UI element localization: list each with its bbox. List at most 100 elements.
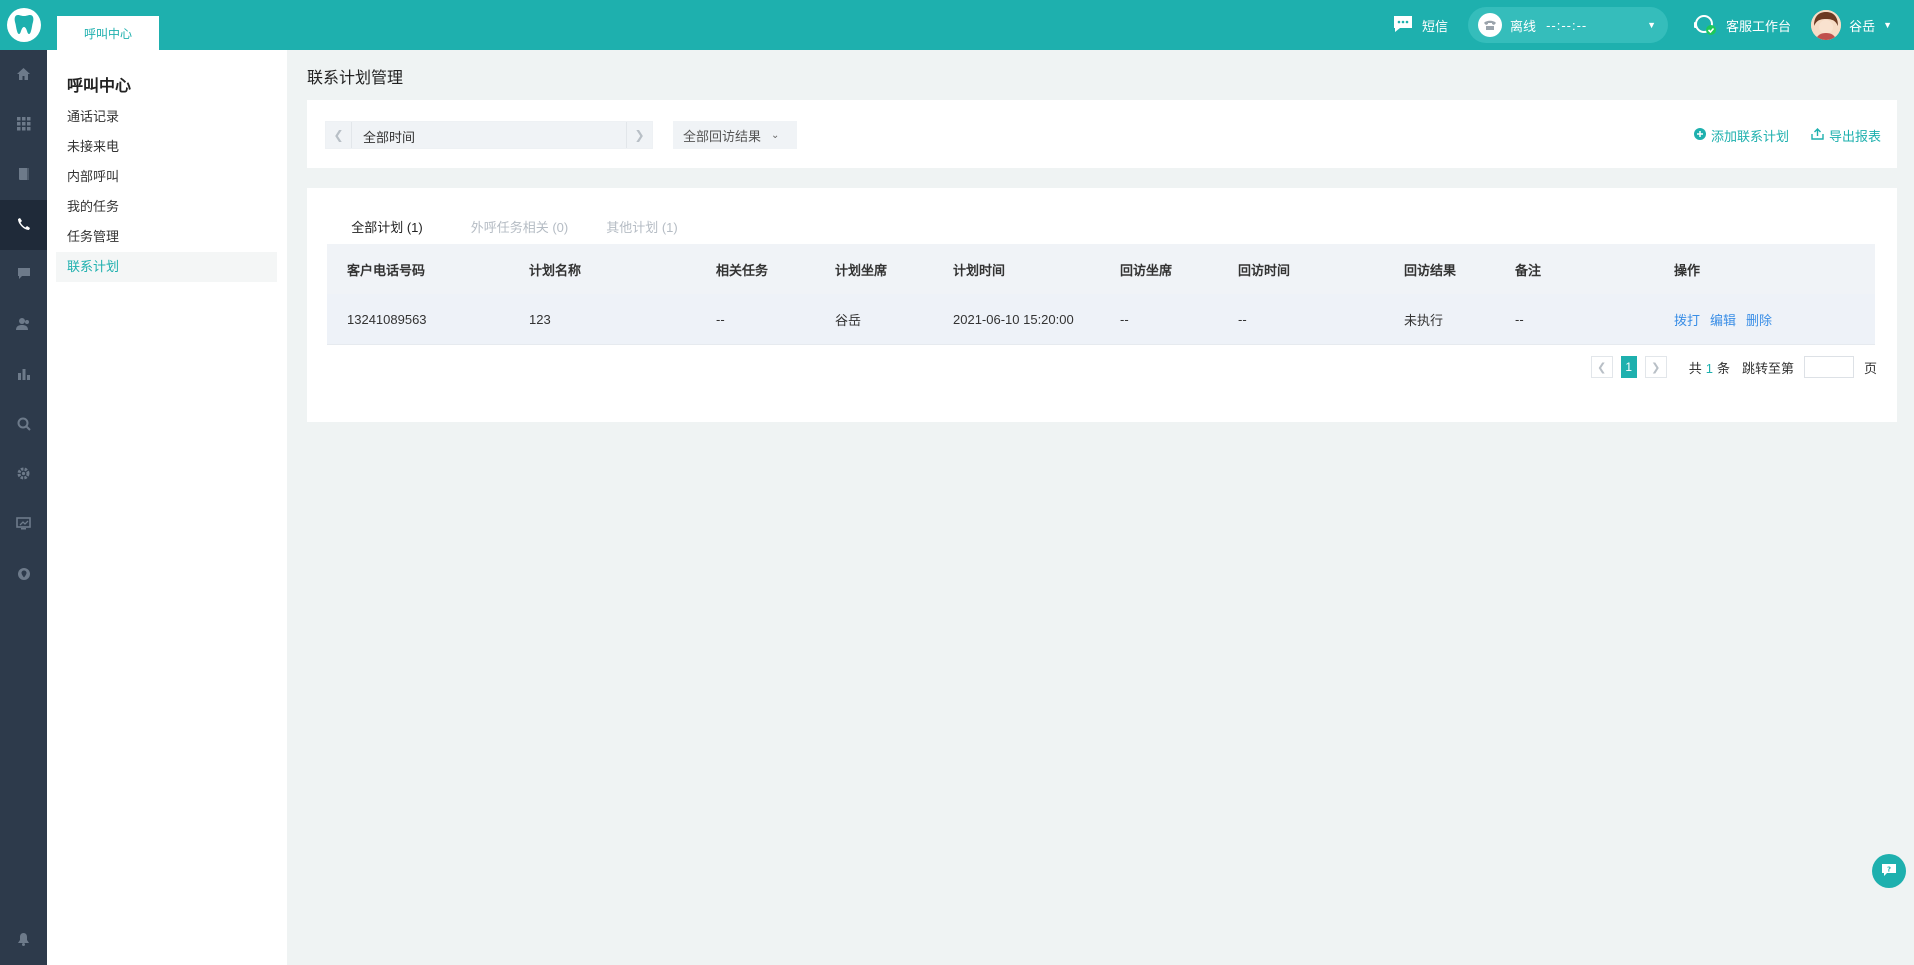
chevron-left-icon[interactable]: ❮ bbox=[326, 122, 352, 148]
sms-label: 短信 bbox=[1422, 18, 1449, 34]
top-right-tools: 短信 离线 --:--:-- ▼ 客服工作台 谷岳 ▼ bbox=[1392, 0, 1914, 50]
jump-label: 跳转至第 bbox=[1741, 360, 1794, 376]
filter-actions: 添加联系计划 导出报表 bbox=[1693, 126, 1881, 145]
phone-icon bbox=[1478, 13, 1503, 37]
tab-all-plans[interactable]: 全部计划 (1) bbox=[327, 216, 447, 246]
page-number-current[interactable]: 1 bbox=[1620, 356, 1637, 378]
help-question-icon: ? bbox=[1881, 863, 1897, 880]
headset-icon bbox=[1692, 12, 1718, 39]
tab-other-plans[interactable]: 其他计划 (1) bbox=[592, 216, 692, 246]
dial-button[interactable]: 拨打 bbox=[1674, 310, 1700, 329]
delete-button[interactable]: 删除 bbox=[1746, 310, 1772, 329]
date-range-value: 全部时间 bbox=[363, 130, 416, 145]
table-row: 13241089563 123 -- 谷岳 2021-06-10 15:20:0… bbox=[327, 294, 1875, 345]
date-range-picker[interactable]: ❮ 全部时间 ❯ bbox=[325, 121, 653, 149]
line-status-dropdown[interactable]: 离线 --:--:-- ▼ bbox=[1468, 7, 1669, 43]
svg-text:?: ? bbox=[1887, 865, 1891, 873]
phone-icon bbox=[17, 217, 31, 234]
submenu-item-internal-call[interactable]: 内部呼叫 bbox=[56, 162, 277, 192]
submenu-item-call-records[interactable]: 通话记录 bbox=[56, 102, 277, 132]
users-icon bbox=[16, 317, 31, 334]
col-visit-agent: 回访坐席 bbox=[1120, 262, 1173, 278]
caret-down-icon: ▼ bbox=[1883, 20, 1892, 30]
rail-settings[interactable] bbox=[0, 450, 47, 500]
bell-icon bbox=[17, 932, 30, 949]
total-suffix: 条 bbox=[1716, 360, 1730, 376]
book-icon bbox=[18, 167, 30, 184]
filter-bar: ❮ 全部时间 ❯ 全部回访结果 ⌄ 添加联系计划 导出报表 bbox=[307, 100, 1897, 168]
visit-result-select[interactable]: 全部回访结果 ⌄ bbox=[673, 121, 797, 149]
total-count: 共1条 bbox=[1689, 358, 1730, 377]
page-title: 联系计划管理 bbox=[307, 70, 404, 87]
pin-circle-icon bbox=[17, 567, 31, 584]
message-icon bbox=[17, 267, 31, 283]
left-rail bbox=[0, 50, 47, 965]
rail-apps[interactable] bbox=[0, 100, 47, 150]
col-plan-agent: 计划坐席 bbox=[835, 262, 888, 278]
rail-messages[interactable] bbox=[0, 250, 47, 300]
submenu-item-my-tasks[interactable]: 我的任务 bbox=[56, 192, 277, 222]
rail-statistics[interactable] bbox=[0, 350, 47, 400]
caret-down-icon: ▼ bbox=[1647, 20, 1657, 30]
sms-button[interactable]: 短信 bbox=[1392, 15, 1448, 36]
tab-outbound-task-plans[interactable]: 外呼任务相关 (0) bbox=[447, 216, 592, 246]
app-logo[interactable] bbox=[0, 0, 47, 50]
rail-home[interactable] bbox=[0, 50, 47, 100]
edit-button[interactable]: 编辑 bbox=[1710, 310, 1736, 329]
submenu-item-missed-calls[interactable]: 未接来电 bbox=[56, 132, 277, 162]
export-report-label: 导出报表 bbox=[1828, 129, 1881, 144]
jump-page-input[interactable] bbox=[1803, 356, 1854, 378]
prev-page-button[interactable]: ❮ bbox=[1590, 356, 1613, 378]
line-timer: --:--:-- bbox=[1546, 17, 1588, 33]
rail-records[interactable] bbox=[0, 150, 47, 200]
visit-result-value: 全部回访结果 bbox=[683, 128, 762, 144]
plus-circle-icon bbox=[1693, 128, 1706, 143]
user-name: 谷岳 bbox=[1849, 18, 1876, 34]
col-remark: 备注 bbox=[1515, 262, 1542, 278]
total-prefix: 共 bbox=[1688, 360, 1702, 376]
add-contact-plan-label: 添加联系计划 bbox=[1710, 129, 1789, 144]
rail-monitor[interactable] bbox=[0, 500, 47, 550]
col-visit-result: 回访结果 bbox=[1404, 262, 1457, 278]
cell-visit-result: 未执行 bbox=[1404, 312, 1444, 328]
page-unit-label: 页 bbox=[1863, 360, 1877, 376]
export-icon bbox=[1811, 128, 1824, 143]
cell-plan-name: 123 bbox=[529, 311, 551, 327]
submenu-item-contact-plan[interactable]: 联系计划 bbox=[56, 252, 277, 282]
avatar bbox=[1811, 10, 1842, 40]
total-number: 1 bbox=[1705, 360, 1713, 376]
col-actions: 操作 bbox=[1674, 262, 1701, 278]
top-bar: 呼叫中心 短信 离线 --:--:-- ▼ 客服工作台 谷岳 ▼ bbox=[0, 0, 1914, 50]
cell-actions: 拨打 编辑 删除 bbox=[1674, 294, 1782, 344]
plan-tabs: 全部计划 (1) 外呼任务相关 (0) 其他计划 (1) bbox=[327, 216, 692, 246]
export-report-button[interactable]: 导出报表 bbox=[1811, 126, 1881, 145]
help-button[interactable]: ? bbox=[1872, 854, 1906, 888]
chevron-down-icon: ⌄ bbox=[771, 129, 780, 141]
workbench-label: 客服工作台 bbox=[1726, 18, 1792, 34]
cell-plan-agent: 谷岳 bbox=[835, 312, 862, 328]
app-root: 呼叫中心 短信 离线 --:--:-- ▼ 客服工作台 谷岳 ▼ 呼叫中心 通话… bbox=[0, 0, 1914, 965]
rail-location[interactable] bbox=[0, 550, 47, 600]
cell-related-task: -- bbox=[716, 311, 725, 327]
rail-notifications[interactable] bbox=[0, 915, 47, 965]
monitor-icon bbox=[16, 517, 31, 533]
submenu-panel: 呼叫中心 通话记录 未接来电 内部呼叫 我的任务 任务管理 联系计划 bbox=[47, 50, 287, 965]
rail-customers[interactable] bbox=[0, 300, 47, 350]
chevron-right-icon[interactable]: ❯ bbox=[626, 122, 652, 148]
table-header: 客户电话号码 计划名称 相关任务 计划坐席 计划时间 回访坐席 回访时间 回访结… bbox=[327, 244, 1875, 294]
top-tab-call-center[interactable]: 呼叫中心 bbox=[57, 16, 159, 50]
cell-visit-time: -- bbox=[1238, 311, 1247, 327]
add-contact-plan-button[interactable]: 添加联系计划 bbox=[1693, 126, 1789, 145]
submenu-item-task-management[interactable]: 任务管理 bbox=[56, 222, 277, 252]
line-status-label: 离线 bbox=[1510, 18, 1537, 34]
service-workbench-button[interactable]: 客服工作台 bbox=[1692, 12, 1791, 39]
grid-icon bbox=[16, 116, 31, 134]
submenu-title: 呼叫中心 bbox=[67, 78, 132, 95]
col-visit-time: 回访时间 bbox=[1238, 262, 1291, 278]
rail-call-center[interactable] bbox=[0, 200, 47, 250]
rail-search[interactable] bbox=[0, 400, 47, 450]
next-page-button[interactable]: ❯ bbox=[1644, 356, 1667, 378]
pagination: ❮ 1 ❯ 共1条 跳转至第 页 bbox=[1590, 356, 1877, 378]
user-menu[interactable]: 谷岳 ▼ bbox=[1811, 10, 1892, 40]
cell-plan-time: 2021-06-10 15:20:00 bbox=[953, 311, 1074, 327]
